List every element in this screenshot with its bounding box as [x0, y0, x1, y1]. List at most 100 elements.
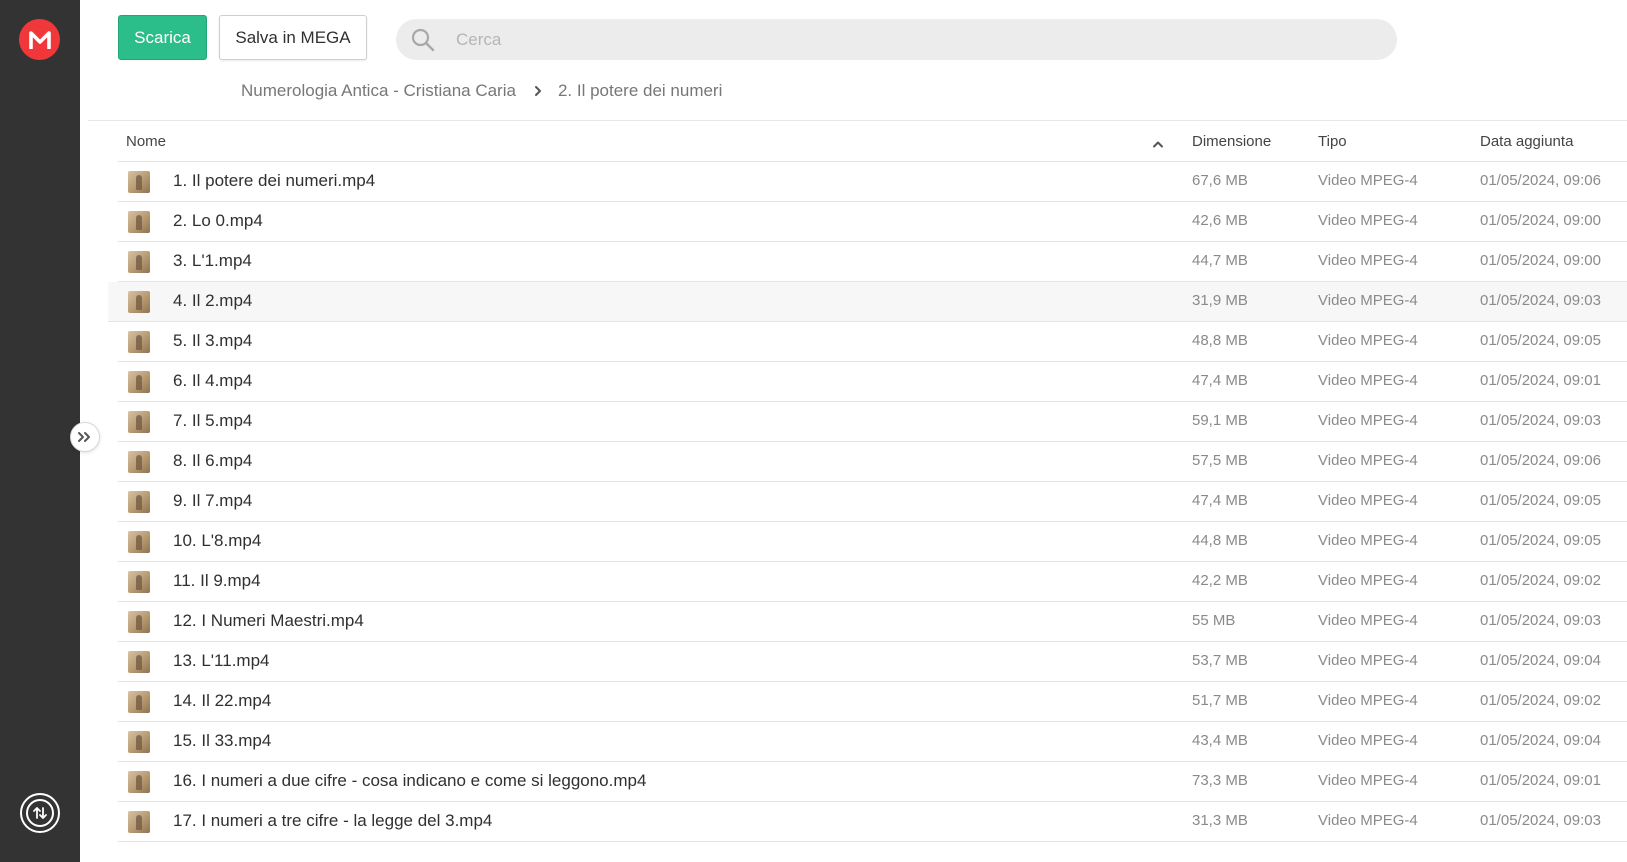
file-name: 5. Il 3.mp4 — [173, 331, 253, 350]
file-type: Video MPEG-4 — [1318, 492, 1418, 509]
file-type: Video MPEG-4 — [1318, 292, 1418, 309]
file-type: Video MPEG-4 — [1318, 212, 1418, 229]
file-name: 13. L'11.mp4 — [173, 651, 270, 670]
video-thumbnail-icon — [128, 771, 150, 793]
file-type: Video MPEG-4 — [1318, 372, 1418, 389]
table-row[interactable]: 7. Il 5.mp4 59,1 MB Video MPEG-4 01/05/2024… — [118, 402, 1627, 442]
video-thumbnail-icon — [128, 811, 150, 833]
file-type: Video MPEG-4 — [1318, 572, 1418, 589]
file-size: 47,4 MB — [1192, 492, 1248, 509]
file-size: 44,7 MB — [1192, 252, 1248, 269]
video-thumbnail-icon — [128, 171, 150, 193]
table-row[interactable]: 12. I Numeri Maestri.mp4 55 MB Video MPEG-… — [118, 602, 1627, 642]
file-size: 57,5 MB — [1192, 452, 1248, 469]
column-header-type[interactable]: Tipo — [1318, 133, 1347, 150]
file-type: Video MPEG-4 — [1318, 412, 1418, 429]
search-input[interactable] — [456, 19, 1356, 60]
download-button[interactable]: Scarica — [118, 15, 207, 60]
file-type: Video MPEG-4 — [1318, 812, 1418, 829]
file-date-added: 01/05/2024, 09:01 — [1480, 772, 1601, 789]
file-date-added: 01/05/2024, 09:03 — [1480, 292, 1601, 309]
column-header-name[interactable]: Nome — [126, 133, 166, 150]
file-size: 55 MB — [1192, 612, 1236, 629]
table-row[interactable]: 13. L'11.mp4 53,7 MB Video MPEG-4 01/05/202… — [118, 642, 1627, 682]
video-thumbnail-icon — [128, 371, 150, 393]
file-name: 7. Il 5.mp4 — [173, 411, 253, 430]
file-type: Video MPEG-4 — [1318, 772, 1418, 789]
file-type: Video MPEG-4 — [1318, 532, 1418, 549]
file-date-added: 01/05/2024, 09:04 — [1480, 732, 1601, 749]
file-size: 73,3 MB — [1192, 772, 1248, 789]
video-thumbnail-icon — [128, 291, 150, 313]
file-name: 10. L'8.mp4 — [173, 531, 262, 550]
mega-logo-icon[interactable] — [19, 19, 60, 60]
breadcrumb-item-current[interactable]: 2. Il potere dei numeri — [558, 81, 722, 101]
table-row[interactable]: 5. Il 3.mp4 48,8 MB Video MPEG-4 01/05/2024… — [118, 322, 1627, 362]
video-thumbnail-icon — [128, 691, 150, 713]
table-row[interactable]: 6. Il 4.mp4 47,4 MB Video MPEG-4 01/05/2024… — [118, 362, 1627, 402]
file-date-added: 01/05/2024, 09:05 — [1480, 492, 1601, 509]
table-row[interactable]: 16. I numeri a due cifre - cosa indicano… — [118, 762, 1627, 802]
file-date-added: 01/05/2024, 09:03 — [1480, 612, 1601, 629]
file-size: 59,1 MB — [1192, 412, 1248, 429]
search-bar[interactable] — [396, 19, 1397, 60]
file-size: 53,7 MB — [1192, 652, 1248, 669]
video-thumbnail-icon — [128, 531, 150, 553]
file-date-added: 01/05/2024, 09:03 — [1480, 412, 1601, 429]
file-type: Video MPEG-4 — [1318, 172, 1418, 189]
file-size: 51,7 MB — [1192, 692, 1248, 709]
table-row[interactable]: 9. Il 7.mp4 47,4 MB Video MPEG-4 01/05/2024… — [118, 482, 1627, 522]
file-name: 14. Il 22.mp4 — [173, 691, 272, 710]
table-row[interactable]: 3. L'1.mp4 44,7 MB Video MPEG-4 01/05/2024,… — [118, 242, 1627, 282]
file-size: 67,6 MB — [1192, 172, 1248, 189]
file-name: 16. I numeri a due cifre - cosa indicano… — [173, 771, 647, 790]
table-row[interactable]: 14. Il 22.mp4 51,7 MB Video MPEG-4 01/05/20… — [118, 682, 1627, 722]
file-type: Video MPEG-4 — [1318, 252, 1418, 269]
table-row[interactable]: 10. L'8.mp4 44,8 MB Video MPEG-4 01/05/2024… — [118, 522, 1627, 562]
file-type: Video MPEG-4 — [1318, 732, 1418, 749]
expand-sidebar-icon[interactable] — [70, 422, 100, 452]
file-name: 2. Lo 0.mp4 — [173, 211, 263, 230]
file-size: 31,3 MB — [1192, 812, 1248, 829]
file-name: 11. Il 9.mp4 — [173, 571, 261, 590]
video-thumbnail-icon — [128, 731, 150, 753]
save-to-mega-button[interactable]: Salva in MEGA — [219, 15, 367, 60]
file-name: 9. Il 7.mp4 — [173, 491, 253, 510]
file-date-added: 01/05/2024, 09:02 — [1480, 572, 1601, 589]
file-size: 47,4 MB — [1192, 372, 1248, 389]
header-divider — [88, 120, 1627, 121]
table-header: Nome Dimensione Tipo Data aggiunta — [118, 122, 1627, 162]
table-row[interactable]: 15. Il 33.mp4 43,4 MB Video MPEG-4 01/05/20… — [118, 722, 1627, 762]
file-type: Video MPEG-4 — [1318, 652, 1418, 669]
file-name: 8. Il 6.mp4 — [173, 451, 253, 470]
file-date-added: 01/05/2024, 09:06 — [1480, 452, 1601, 469]
sort-ascending-icon[interactable] — [1152, 135, 1164, 152]
column-header-date[interactable]: Data aggiunta — [1480, 133, 1573, 150]
file-type: Video MPEG-4 — [1318, 612, 1418, 629]
table-row[interactable]: 8. Il 6.mp4 57,5 MB Video MPEG-4 01/05/2024… — [118, 442, 1627, 482]
video-thumbnail-icon — [128, 451, 150, 473]
breadcrumb-item-parent[interactable]: Numerologia Antica - Cristiana Caria — [241, 81, 516, 101]
file-size: 43,4 MB — [1192, 732, 1248, 749]
video-thumbnail-icon — [128, 611, 150, 633]
file-name: 17. I numeri a tre cifre - la legge del … — [173, 811, 493, 830]
file-date-added: 01/05/2024, 09:05 — [1480, 332, 1601, 349]
file-date-added: 01/05/2024, 09:01 — [1480, 372, 1601, 389]
file-date-added: 01/05/2024, 09:00 — [1480, 252, 1601, 269]
chevron-right-icon — [534, 85, 542, 97]
video-thumbnail-icon — [128, 491, 150, 513]
file-date-added: 01/05/2024, 09:05 — [1480, 532, 1601, 549]
file-date-added: 01/05/2024, 09:00 — [1480, 212, 1601, 229]
column-header-size[interactable]: Dimensione — [1192, 133, 1271, 150]
file-type: Video MPEG-4 — [1318, 452, 1418, 469]
file-type: Video MPEG-4 — [1318, 332, 1418, 349]
video-thumbnail-icon — [128, 571, 150, 593]
table-row[interactable]: 4. Il 2.mp4 31,9 MB Video MPEG-4 01/05/2024… — [108, 282, 1627, 322]
table-row[interactable]: 11. Il 9.mp4 42,2 MB Video MPEG-4 01/05/202… — [118, 562, 1627, 602]
video-thumbnail-icon — [128, 211, 150, 233]
table-row[interactable]: 17. I numeri a tre cifre - la legge del … — [118, 802, 1627, 842]
table-row[interactable]: 2. Lo 0.mp4 42,6 MB Video MPEG-4 01/05/2024… — [118, 202, 1627, 242]
video-thumbnail-icon — [128, 331, 150, 353]
table-row[interactable]: 1. Il potere dei numeri.mp4 67,6 MB Video … — [118, 162, 1627, 202]
search-icon — [410, 27, 436, 58]
